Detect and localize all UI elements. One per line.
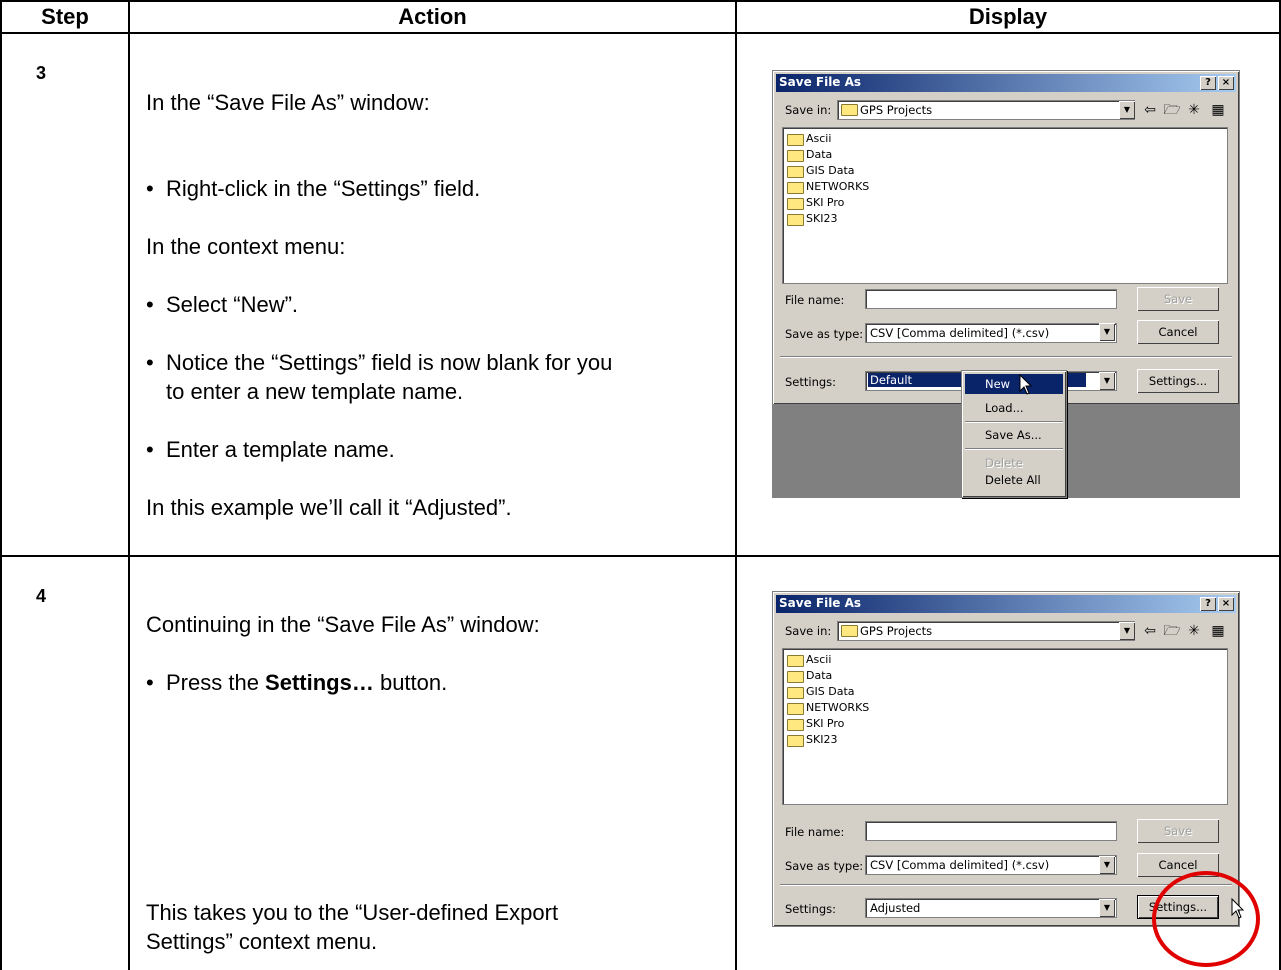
save-in-combo[interactable]: GPS Projects [837,621,1135,641]
folder-icon [787,214,804,226]
back-icon[interactable]: ⇦ [1141,622,1159,640]
help-button[interactable]: ? [1200,76,1216,90]
save-button[interactable]: Save [1137,819,1219,843]
save-as-type-combo[interactable]: CSV [Comma delimited] (*.csv) [865,855,1117,875]
folder-icon [841,625,858,637]
save-in-value: GPS Projects [860,624,933,638]
save-button[interactable]: Save [1137,287,1219,311]
title-bar[interactable]: Save File As ? × [776,595,1236,613]
menu-item-new[interactable]: New [965,374,1063,394]
save-in-dropdown[interactable]: ▼ [1119,622,1135,640]
menu-item-delete-all[interactable]: Delete All [965,470,1063,490]
help-button[interactable]: ? [1200,597,1216,611]
folder-icon [787,671,804,683]
header-action: Action [398,4,467,29]
view-menu-icon[interactable]: ▦ [1209,622,1227,640]
settings-value: Adjusted [870,901,921,915]
header-display: Display [968,4,1048,29]
highlight-circle [1152,871,1260,967]
folder-icon [787,198,804,210]
folder-icon [787,166,804,178]
save-in-label: Save in: [785,103,832,117]
save-as-type-dropdown[interactable]: ▼ [1099,323,1115,341]
up-folder-icon[interactable]: 🗁 [1163,622,1181,640]
up-folder-icon[interactable]: 🗁 [1163,101,1181,119]
dialog-title: Save File As [779,75,862,89]
menu-item-load[interactable]: Load... [965,398,1063,418]
settings-combo[interactable]: Adjusted [865,898,1117,918]
save-in-value: GPS Projects [860,103,933,117]
step3-bullet-notice: Notice the “Settings” field is now blank… [146,348,612,377]
save-as-type-value: CSV [Comma delimited] (*.csv) [870,858,1050,872]
folder-icon [787,655,804,667]
settings-dropdown[interactable]: ▼ [1099,899,1115,917]
settings-label: Settings: [785,902,837,916]
header-step: Step [41,4,89,29]
save-as-type-label: Save as type: [785,859,864,873]
save-file-as-dialog-1: Save File As ? × Save in: GPS Projects ▼… [772,70,1240,348]
step3-line-context-menu: In the context menu: [146,234,346,259]
step4-button-text: button. [373,670,448,695]
save-in-combo[interactable]: GPS Projects [837,100,1135,120]
step-number-3: 3 [36,63,47,83]
folder-icon [787,735,804,747]
file-name-label: File name: [785,293,845,307]
view-menu-icon[interactable]: ▦ [1209,101,1227,119]
menu-item-save-as[interactable]: Save As... [965,425,1063,445]
menu-divider [965,448,1063,450]
cancel-button[interactable]: Cancel [1137,320,1219,344]
save-as-type-combo[interactable]: CSV [Comma delimited] (*.csv) [865,323,1117,343]
folder-icon [787,134,804,146]
folder-icon [787,150,804,162]
file-name-input[interactable] [865,289,1117,309]
step3-line-1: In the “Save File As” window: [146,90,430,115]
cursor-icon [1019,374,1033,395]
step4-line-1: Continuing in the “Save File As” window: [146,612,540,637]
back-icon[interactable]: ⇦ [1141,101,1159,119]
settings-button[interactable]: Settings... [1137,369,1219,393]
step3-bullet-right-click: Right-click in the “Settings” field. [146,174,480,203]
step3-example-line: In this example we’ll call it “Adjusted”… [146,495,512,520]
close-button[interactable]: × [1218,76,1234,90]
step-number-4: 4 [36,586,47,606]
file-list[interactable]: Ascii Data GIS Data NETWORKS SKI Pro SKI… [782,127,1228,284]
title-bar[interactable]: Save File As ? × [776,74,1236,92]
divider [780,356,1232,358]
step3-bullet-enter-name: Enter a template name. [146,435,395,464]
step4-press-text: Press the [166,670,266,695]
dialog-title: Save File As [779,596,862,610]
new-folder-icon[interactable]: ✳ [1185,622,1203,640]
folder-icon [787,687,804,699]
save-as-type-dropdown[interactable]: ▼ [1099,856,1115,874]
new-folder-icon[interactable]: ✳ [1185,101,1203,119]
file-name-input[interactable] [865,821,1117,841]
file-name-label: File name: [785,825,845,839]
settings-label: Settings: [785,375,837,389]
step3-notice-cont: to enter a new template name. [166,379,464,404]
save-as-type-value: CSV [Comma delimited] (*.csv) [870,326,1050,340]
save-in-dropdown[interactable]: ▼ [1119,101,1135,119]
instruction-table: Step Action Display 3 In the “Save File … [0,0,1281,970]
context-menu: New Load... Save As... Delete Delete All [961,370,1067,498]
step3-bullet-select-new: Select “New”. [146,290,298,319]
save-in-label: Save in: [785,624,832,638]
step4-settings-bold: Settings… [265,670,374,695]
settings-dropdown[interactable]: ▼ [1099,372,1115,390]
step4-line-result-2: Settings” context menu. [146,929,378,954]
folder-icon [841,104,858,116]
menu-divider [965,421,1063,423]
save-as-type-label: Save as type: [785,327,864,341]
step4-line-result-1: This takes you to the “User-defined Expo… [146,900,559,925]
folder-icon [787,703,804,715]
folder-icon [787,719,804,731]
file-list[interactable]: Ascii Data GIS Data NETWORKS SKI Pro SKI… [782,648,1228,805]
folder-icon [787,182,804,194]
step4-bullet-press-settings: Press the Settings… button. [146,668,447,697]
close-button[interactable]: × [1218,597,1234,611]
